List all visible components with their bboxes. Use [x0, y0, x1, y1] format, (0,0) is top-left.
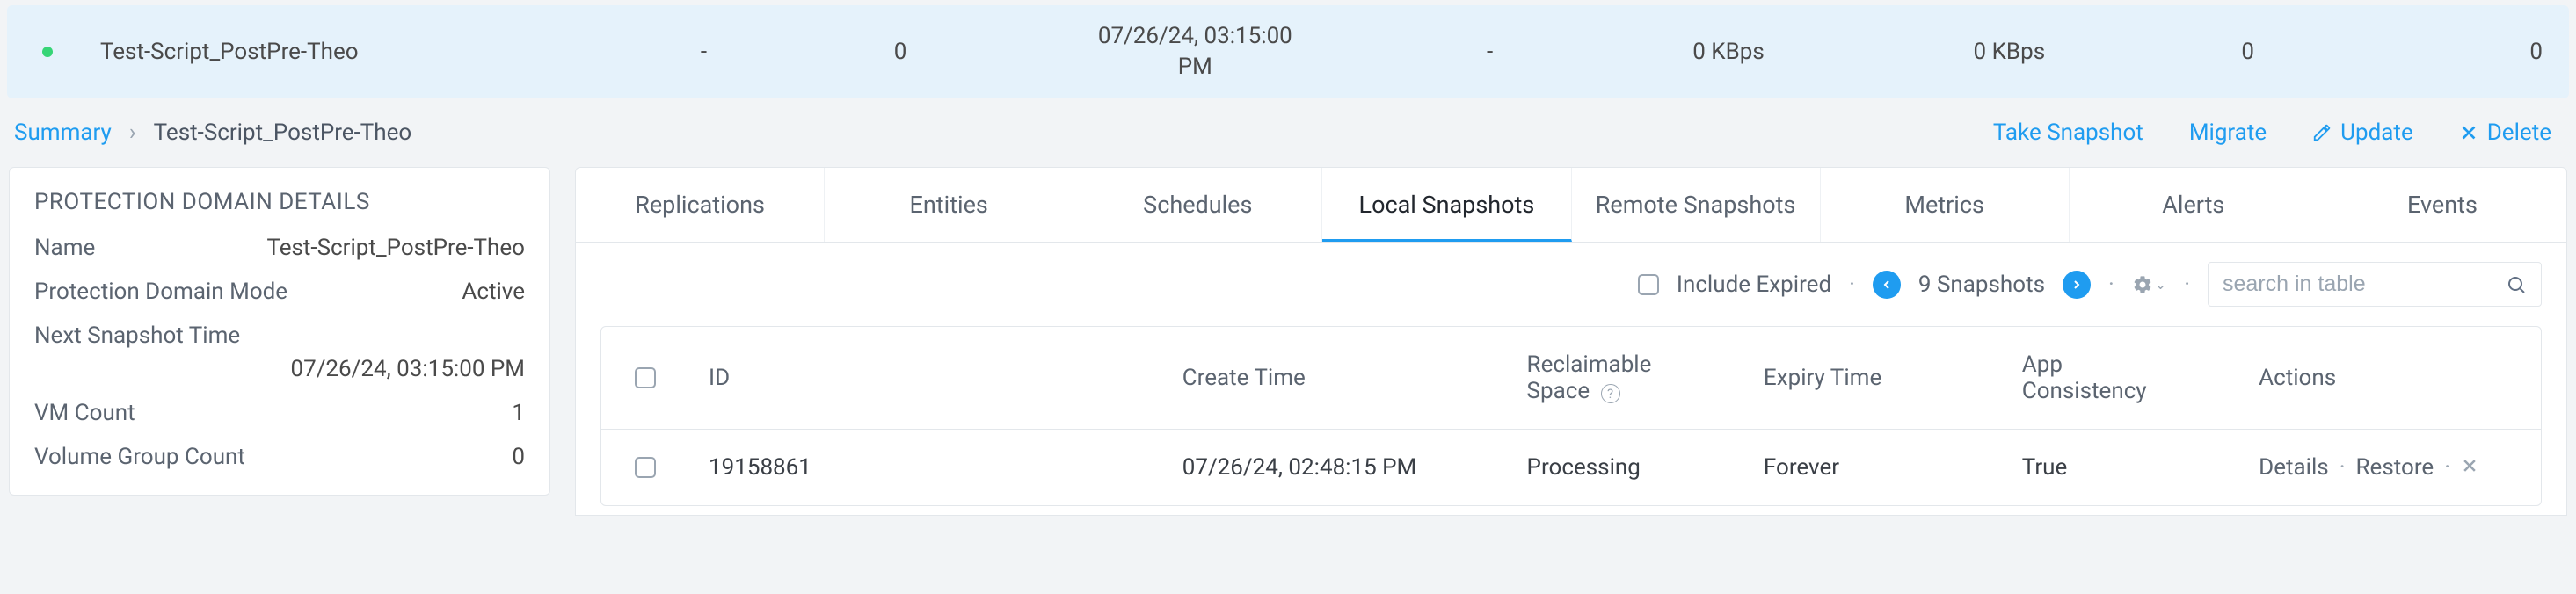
breadcrumb: Summary › Test-Script_PostPre-Theo: [14, 120, 411, 146]
include-expired-checkbox[interactable]: [1638, 274, 1659, 295]
chevron-left-icon: [1880, 278, 1894, 292]
row-delete-button[interactable]: [2461, 454, 2478, 481]
separator-dot: ·: [2444, 454, 2450, 481]
pencil-icon: [2312, 123, 2332, 142]
detail-mode-label: Protection Domain Mode: [34, 279, 287, 305]
update-label: Update: [2340, 120, 2413, 146]
detail-mode: Protection Domain Mode Active: [34, 279, 525, 305]
x-icon: [2461, 457, 2478, 474]
col-app-l2: Consistency: [2022, 378, 2147, 404]
tab-schedules[interactable]: Schedules: [1073, 168, 1322, 242]
row-expiry: Forever: [1744, 430, 2003, 505]
separator-dot-2: ·: [2108, 272, 2114, 298]
row-id: 19158861: [689, 430, 1163, 505]
tab-entities[interactable]: Entities: [825, 168, 1073, 242]
snapshot-count: 9 Snapshots: [1918, 272, 2045, 298]
pd-col5: -: [1392, 39, 1589, 65]
pd-col9: 0: [2346, 39, 2543, 65]
tab-local-snapshots[interactable]: Local Snapshots: [1322, 168, 1571, 242]
separator-dot-3: ·: [2184, 272, 2190, 298]
tab-events[interactable]: Events: [2318, 168, 2566, 242]
row-checkbox[interactable]: [635, 457, 656, 478]
row-details-button[interactable]: Details: [2259, 454, 2329, 481]
detail-next-snapshot: Next Snapshot Time 07/26/24, 03:15:00 PM: [34, 322, 525, 382]
col-reclaimable[interactable]: Reclaimable Space ?: [1508, 327, 1744, 429]
pd-col8: 0: [2150, 39, 2347, 65]
x-icon: [2459, 123, 2478, 142]
col-create-time[interactable]: Create Time: [1163, 340, 1508, 416]
table-header: ID Create Time Reclaimable Space ? Expir…: [601, 327, 2541, 430]
table-settings-button[interactable]: ⌄: [2132, 274, 2166, 295]
delete-button[interactable]: Delete: [2459, 120, 2551, 146]
update-button[interactable]: Update: [2312, 120, 2413, 146]
right-pane: Replications Entities Schedules Local Sn…: [575, 167, 2567, 516]
help-icon[interactable]: ?: [1601, 384, 1620, 403]
col-app-consistency[interactable]: App Consistency: [2003, 327, 2239, 429]
pd-col6: 0 KBps: [1588, 39, 1868, 65]
detail-vg-label: Volume Group Count: [34, 444, 245, 470]
row-restore-button[interactable]: Restore: [2356, 454, 2434, 481]
detail-bar: Summary › Test-Script_PostPre-Theo Take …: [0, 98, 2576, 167]
delete-label: Delete: [2487, 120, 2551, 146]
pd-col7: 0 KBps: [1869, 39, 2150, 65]
col-expiry[interactable]: Expiry Time: [1744, 340, 2003, 416]
detail-vm-label: VM Count: [34, 400, 135, 426]
pd-col3: 0: [802, 39, 999, 65]
col-id[interactable]: ID: [689, 340, 1163, 416]
separator-dot: ·: [2340, 454, 2346, 481]
next-page-button[interactable]: [2063, 271, 2091, 299]
chevron-down-icon: ⌄: [2155, 276, 2166, 293]
pd-date-cell: 07/26/24, 03:15:00 PM: [999, 21, 1392, 83]
detail-next-label: Next Snapshot Time: [34, 322, 525, 349]
detail-name-label: Name: [34, 235, 95, 261]
detail-actions: Take Snapshot Migrate Update Delete: [1993, 120, 2551, 146]
row-app: True: [2003, 430, 2239, 505]
include-expired-label: Include Expired: [1677, 272, 1831, 298]
snapshots-toolbar: Include Expired · 9 Snapshots · ⌄ ·: [575, 243, 2567, 326]
detail-vm-value: 1: [512, 400, 525, 426]
protection-domain-details-panel: PROTECTION DOMAIN DETAILS Name Test-Scri…: [9, 167, 550, 496]
pd-date-line1: 07/26/24, 03:15:00: [999, 21, 1392, 52]
pd-date-line2: PM: [999, 52, 1392, 83]
breadcrumb-current: Test-Script_PostPre-Theo: [154, 120, 412, 146]
migrate-button[interactable]: Migrate: [2189, 120, 2267, 146]
row-reclaimable: Processing: [1508, 430, 1744, 505]
pd-col2: -: [606, 39, 803, 65]
search-input[interactable]: [2223, 272, 2506, 297]
separator-dot: ·: [1849, 272, 1855, 298]
prev-page-button[interactable]: [1873, 271, 1901, 299]
breadcrumb-root[interactable]: Summary: [14, 120, 112, 146]
gear-icon: [2132, 274, 2153, 295]
selected-pd-row[interactable]: Test-Script_PostPre-Theo - 0 07/26/24, 0…: [7, 5, 2569, 98]
panel-title: PROTECTION DOMAIN DETAILS: [34, 189, 525, 215]
tab-metrics[interactable]: Metrics: [1821, 168, 2070, 242]
pd-name-cell: Test-Script_PostPre-Theo: [100, 39, 606, 65]
col-reclaimable-l2: Space: [1527, 378, 1590, 404]
row-create-time: 07/26/24, 02:48:15 PM: [1163, 430, 1508, 505]
search-box[interactable]: [2208, 262, 2542, 307]
col-app-l1: App: [2022, 351, 2063, 378]
select-all-checkbox[interactable]: [635, 367, 656, 388]
chevron-right-icon: ›: [129, 120, 136, 146]
detail-name-value: Test-Script_PostPre-Theo: [266, 235, 525, 261]
row-actions: Details · Restore ·: [2239, 430, 2541, 505]
detail-mode-value: Active: [462, 279, 525, 305]
table-row: 19158861 07/26/24, 02:48:15 PM Processin…: [601, 430, 2541, 505]
detail-name: Name Test-Script_PostPre-Theo: [34, 235, 525, 261]
col-reclaimable-l1: Reclaimable: [1527, 351, 1652, 378]
tab-replications[interactable]: Replications: [576, 168, 825, 242]
search-icon: [2506, 274, 2527, 295]
detail-vg-value: 0: [512, 444, 525, 470]
col-actions: Actions: [2239, 340, 2541, 416]
status-dot-icon: [42, 47, 53, 57]
tab-bar: Replications Entities Schedules Local Sn…: [575, 167, 2567, 243]
tab-remote-snapshots[interactable]: Remote Snapshots: [1572, 168, 1821, 242]
detail-next-value: 07/26/24, 03:15:00 PM: [290, 356, 525, 382]
chevron-right-icon: [2070, 278, 2084, 292]
tab-alerts[interactable]: Alerts: [2070, 168, 2318, 242]
detail-vm-count: VM Count 1: [34, 400, 525, 426]
snapshots-table: ID Create Time Reclaimable Space ? Expir…: [600, 326, 2542, 506]
take-snapshot-button[interactable]: Take Snapshot: [1993, 120, 2143, 146]
detail-vg-count: Volume Group Count 0: [34, 444, 525, 470]
